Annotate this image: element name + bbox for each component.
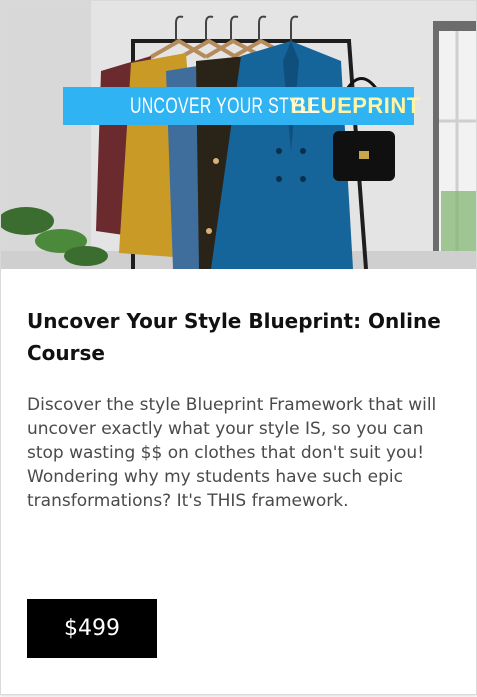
- course-hero-image[interactable]: UNCOVER YOUR STYLE BLUEPRINT: [1, 1, 476, 269]
- banner-text-thin: UNCOVER YOUR STYLE: [130, 93, 321, 118]
- course-title-banner: UNCOVER YOUR STYLE BLUEPRINT: [63, 87, 420, 125]
- course-title[interactable]: Uncover Your Style Blueprint: Online Cou…: [27, 305, 447, 369]
- price-button[interactable]: $499: [27, 599, 157, 658]
- course-card-body: Uncover Your Style Blueprint: Online Cou…: [1, 269, 476, 694]
- course-card[interactable]: UNCOVER YOUR STYLE BLUEPRINT Uncover You…: [0, 0, 477, 695]
- course-description: Discover the style Blueprint Framework t…: [27, 395, 437, 511]
- clothing-rack-photo: [1, 1, 476, 269]
